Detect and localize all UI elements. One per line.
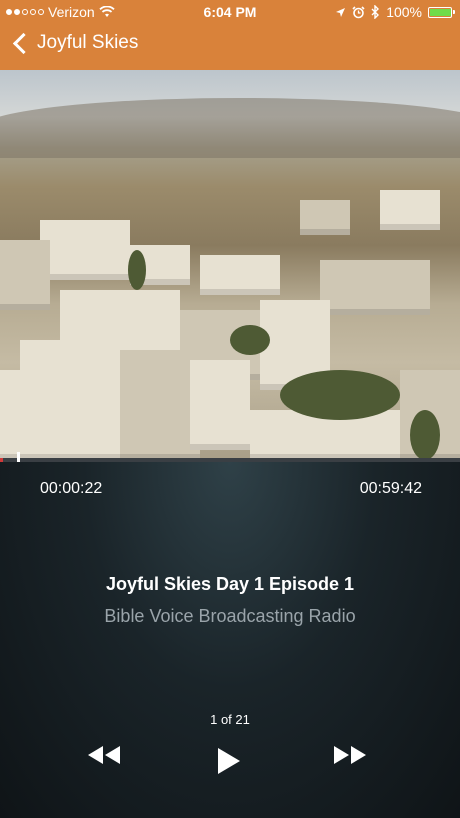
rewind-icon[interactable] xyxy=(86,744,122,766)
episode-position: 1 of 21 xyxy=(210,712,250,727)
chevron-left-icon xyxy=(12,32,35,54)
status-right: 100% xyxy=(335,4,455,20)
episode-artwork xyxy=(0,70,460,460)
play-icon[interactable] xyxy=(216,746,242,776)
total-duration: 00:59:42 xyxy=(359,480,422,497)
fast-forward-icon[interactable] xyxy=(332,744,368,766)
battery-icon xyxy=(428,6,455,18)
bluetooth-icon xyxy=(371,5,380,19)
station-name: Bible Voice Broadcasting Radio xyxy=(104,606,356,626)
player-panel: 00:00:22 00:59:42 Joyful Skies Day 1 Epi… xyxy=(0,462,460,818)
alarm-icon xyxy=(352,5,365,18)
elapsed-time: 00:00:22 xyxy=(40,480,103,497)
location-arrow-icon xyxy=(336,7,346,17)
back-button[interactable]: Joyful Skies xyxy=(10,32,138,54)
episode-title: Joyful Skies Day 1 Episode 1 xyxy=(105,574,355,594)
navigation-bar: Joyful Skies xyxy=(0,24,460,70)
battery-fill xyxy=(430,8,451,16)
status-bar: Verizon 6:04 PM 100% xyxy=(0,0,460,24)
battery-percent: 100% xyxy=(386,4,422,20)
back-button-label: Joyful Skies xyxy=(37,32,139,53)
